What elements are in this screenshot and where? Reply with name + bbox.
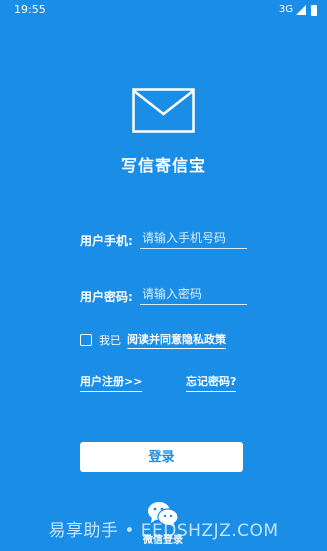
network-label: 3G [278,4,293,15]
agreement-checkbox[interactable] [80,334,92,346]
signal-icon [296,5,306,15]
status-time: 19:55 [14,3,46,16]
phone-input[interactable] [140,231,247,249]
register-link[interactable]: 用户注册>> [80,373,143,392]
phone-label: 用户手机: [80,234,133,248]
watermark: 易享助手 • EEDSHZJZ.COM [48,521,279,541]
app-title: 写信寄信宝 [120,156,206,175]
agreement-row: 我已 阅读并同意隐私政策 [80,331,226,349]
privacy-policy-link[interactable]: 阅读并同意隐私政策 [127,331,226,349]
envelope-icon [132,88,195,133]
agreement-prefix: 我已 [99,334,121,347]
status-indicators: 3G [279,0,317,20]
login-button[interactable]: 登录 [80,442,243,472]
password-input[interactable] [140,287,247,305]
password-label: 用户密码: [80,290,133,304]
battery-icon [311,4,317,16]
forgot-password-link[interactable]: 忘记密码? [186,373,237,392]
status-bar: 19:55 3G [0,0,327,20]
